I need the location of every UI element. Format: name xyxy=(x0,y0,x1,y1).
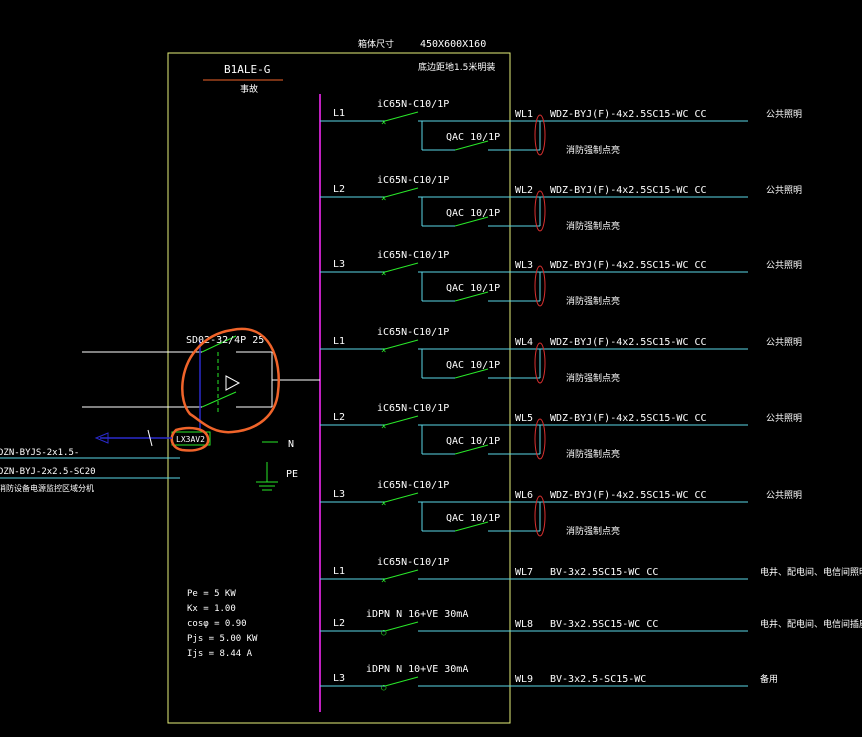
contactor-note: 消防强制点亮 xyxy=(566,525,620,537)
circuit-load: 公共照明 xyxy=(766,490,802,501)
main-switch xyxy=(82,335,320,430)
contactor-label: QAC 10/1P xyxy=(446,208,500,219)
circuit-number: WL1 xyxy=(515,109,533,120)
breaker-mark-icon: × xyxy=(381,422,386,432)
breaker-contact xyxy=(384,621,419,632)
breaker-mark-icon: × xyxy=(381,346,386,356)
circuit-load: 公共照明 xyxy=(766,260,802,271)
load-calc-ijs: Ijs = 8.44 A xyxy=(187,649,253,659)
circuit-breaker-label: iC65N-C10/1P xyxy=(377,250,449,261)
breaker-contact xyxy=(384,569,419,580)
circuit-load: 公共照明 xyxy=(766,185,802,196)
neutral-label: N xyxy=(288,439,294,450)
circuit-number: WL7 xyxy=(515,567,533,578)
circuit-cable: WDZ-BYJ(F)-4x2.5SC15-WC CC xyxy=(550,337,707,348)
circuit-phase: L3 xyxy=(333,489,345,500)
breaker-contact xyxy=(384,262,419,273)
incoming-line2: DZN-BYJ-2x2.5-SC20 xyxy=(0,467,96,477)
circuit-breaker-label: iDPN N 10+VE 30mA xyxy=(366,664,468,675)
box-size-value: 450X600X160 xyxy=(420,39,486,50)
contactor-label: QAC 10/1P xyxy=(446,132,500,143)
circuit-number: WL9 xyxy=(515,674,533,685)
circuit-number: WL6 xyxy=(515,490,533,501)
circuit-breaker-label: iC65N-C10/1P xyxy=(377,403,449,414)
circuit-phase: L3 xyxy=(333,259,345,270)
panel-id: B1ALE-G xyxy=(224,63,270,76)
box-size-label: 箱体尺寸 xyxy=(358,38,394,50)
distribution-panel-diagram: 箱体尺寸 450X600X160 底边距地1.5米明装 B1ALE-G 事故 S… xyxy=(0,38,862,724)
circuit-phase: L3 xyxy=(333,673,345,684)
circuit-cable: WDZ-BYJ(F)-4x2.5SC15-WC CC xyxy=(550,490,707,501)
circuit-number: WL2 xyxy=(515,185,533,196)
circuit-load: 公共照明 xyxy=(766,109,802,120)
breaker-mark-icon: × xyxy=(381,499,386,509)
circuit-phase: L2 xyxy=(333,618,345,629)
incoming-line1: DZN-BYJS-2x1.5- xyxy=(0,448,79,458)
circuit-cable: BV-3x2.5SC15-WC CC xyxy=(550,619,658,630)
contactor-note: 消防强制点亮 xyxy=(566,295,620,307)
circuit-load: 电井、配电间、电信间插座 xyxy=(760,618,862,630)
breaker-contact xyxy=(384,187,419,198)
circuit-phase: L1 xyxy=(333,108,345,119)
load-calc-cos: cosφ = 0.90 xyxy=(187,619,247,629)
contactor-label: QAC 10/1P xyxy=(446,360,500,371)
breaker-mark-icon: × xyxy=(381,269,386,279)
panel-subtitle: 事故 xyxy=(240,83,258,95)
main-switch-label: SD02-32/4P 25 xyxy=(186,335,264,346)
breaker-contact xyxy=(384,492,419,503)
load-calc-pe: Pe = 5 KW xyxy=(187,589,236,599)
breaker-contact xyxy=(384,415,419,426)
surge-protector-icon xyxy=(225,375,241,391)
circuit-breaker-label: iC65N-C10/1P xyxy=(377,327,449,338)
load-calc-pjs: Pjs = 5.00 KW xyxy=(187,634,258,644)
circuit-load: 公共照明 xyxy=(766,413,802,424)
circuit-phase: L1 xyxy=(333,336,345,347)
load-calc-kx: Kx = 1.00 xyxy=(187,604,236,614)
circuit-breaker-label: iC65N-C10/1P xyxy=(377,175,449,186)
breaker-mark-icon: ○ xyxy=(381,628,387,638)
circuit-cable: WDZ-BYJ(F)-4x2.5SC15-WC CC xyxy=(550,260,707,271)
contactor-note: 消防强制点亮 xyxy=(566,220,620,232)
circuit-number: WL5 xyxy=(515,413,533,424)
circuit-breaker-label: iC65N-C10/1P xyxy=(377,480,449,491)
circuit-load: 备用 xyxy=(760,673,778,685)
main-switch-tag: LX3AV2 xyxy=(176,435,205,444)
circuit-cable: WDZ-BYJ(F)-4x2.5SC15-WC CC xyxy=(550,109,707,120)
circuit-breaker-label: iC65N-C10/1P xyxy=(377,99,449,110)
circuit-load: 公共照明 xyxy=(766,337,802,348)
circuit-phase: L2 xyxy=(333,184,345,195)
circuit-number: WL3 xyxy=(515,260,533,271)
circuit-cable: BV-3x2.5-SC15-WC xyxy=(550,674,646,685)
mounting-note: 底边距地1.5米明装 xyxy=(418,61,495,73)
circuit-number: WL4 xyxy=(515,337,533,348)
circuit-phase: L1 xyxy=(333,566,345,577)
breaker-mark-icon: ○ xyxy=(381,683,387,693)
contactor-note: 消防强制点亮 xyxy=(566,144,620,156)
circuit-phase: L2 xyxy=(333,412,345,423)
circuit-breaker-label: iC65N-C10/1P xyxy=(377,557,449,568)
circuit-breaker-label: iDPN N 16+VE 30mA xyxy=(366,609,468,620)
circuit-cable: WDZ-BYJ(F)-4x2.5SC15-WC CC xyxy=(550,413,707,424)
earth-icon xyxy=(256,462,278,491)
circuit-load: 电井、配电间、电信间照明 xyxy=(760,566,862,578)
breaker-contact xyxy=(384,676,419,687)
breaker-mark-icon: × xyxy=(381,118,386,128)
contactor-label: QAC 10/1P xyxy=(446,283,500,294)
breaker-contact xyxy=(384,111,419,122)
circuit-cable: BV-3x2.5SC15-WC CC xyxy=(550,567,658,578)
contactor-label: QAC 10/1P xyxy=(446,436,500,447)
circuit-cable: WDZ-BYJ(F)-4x2.5SC15-WC CC xyxy=(550,185,707,196)
breaker-mark-icon: × xyxy=(381,194,386,204)
breaker-contact xyxy=(384,339,419,350)
earth-label: PE xyxy=(286,469,298,480)
contactor-note: 消防强制点亮 xyxy=(566,372,620,384)
circuit-number: WL8 xyxy=(515,619,533,630)
contactor-label: QAC 10/1P xyxy=(446,513,500,524)
contactor-note: 消防强制点亮 xyxy=(566,448,620,460)
incoming-line3: 消防设备电源监控区域分机 xyxy=(0,483,94,493)
breaker-mark-icon: × xyxy=(381,576,386,586)
outgoing-circuits: L1 iC65N-C10/1P × WL1 WDZ-BYJ(F)-4x2.5SC15-W… xyxy=(320,99,862,693)
